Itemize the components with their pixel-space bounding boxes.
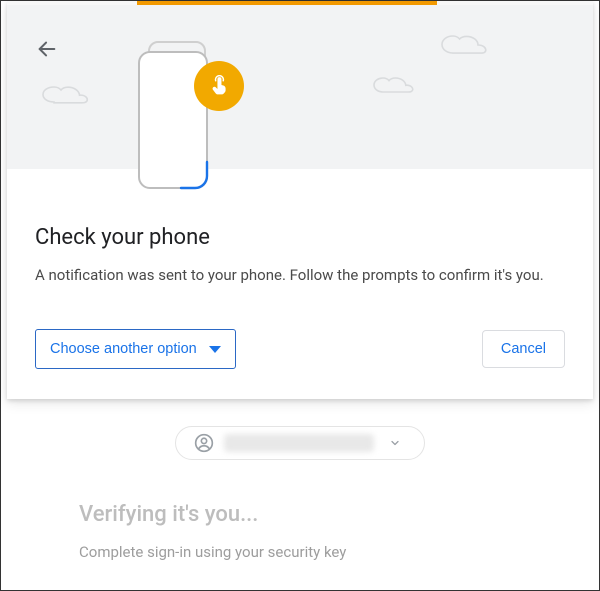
- account-email-redacted: [224, 434, 374, 452]
- verify-subheading: Complete sign-in using your security key: [79, 543, 599, 561]
- modal-header-illustration: [7, 5, 593, 169]
- check-phone-modal: Check your phone A notification was sent…: [7, 1, 593, 399]
- choose-another-option-button[interactable]: Choose another option: [35, 329, 236, 369]
- cloud-icon: [372, 75, 420, 95]
- modal-actions: Choose another option Cancel: [35, 329, 565, 375]
- modal-description: A notification was sent to your phone. F…: [35, 264, 565, 287]
- account-chip[interactable]: [175, 426, 425, 460]
- arrow-left-icon: [36, 38, 58, 60]
- back-button[interactable]: [33, 35, 61, 63]
- touch-icon: [208, 75, 230, 97]
- verify-heading: Verifying it's you...: [79, 502, 599, 527]
- cancel-button[interactable]: Cancel: [482, 330, 565, 368]
- chevron-down-icon: [384, 437, 406, 449]
- phone-illustration: [138, 41, 214, 191]
- dropdown-caret-icon: [209, 346, 221, 353]
- choose-another-option-label: Choose another option: [50, 341, 197, 357]
- cloud-icon: [439, 33, 493, 57]
- user-circle-icon: [194, 433, 214, 453]
- modal-title: Check your phone: [35, 225, 565, 250]
- modal-body: Check your phone A notification was sent…: [7, 169, 593, 399]
- tap-badge: [194, 61, 244, 111]
- cancel-label: Cancel: [501, 341, 546, 357]
- cloud-icon: [41, 83, 97, 105]
